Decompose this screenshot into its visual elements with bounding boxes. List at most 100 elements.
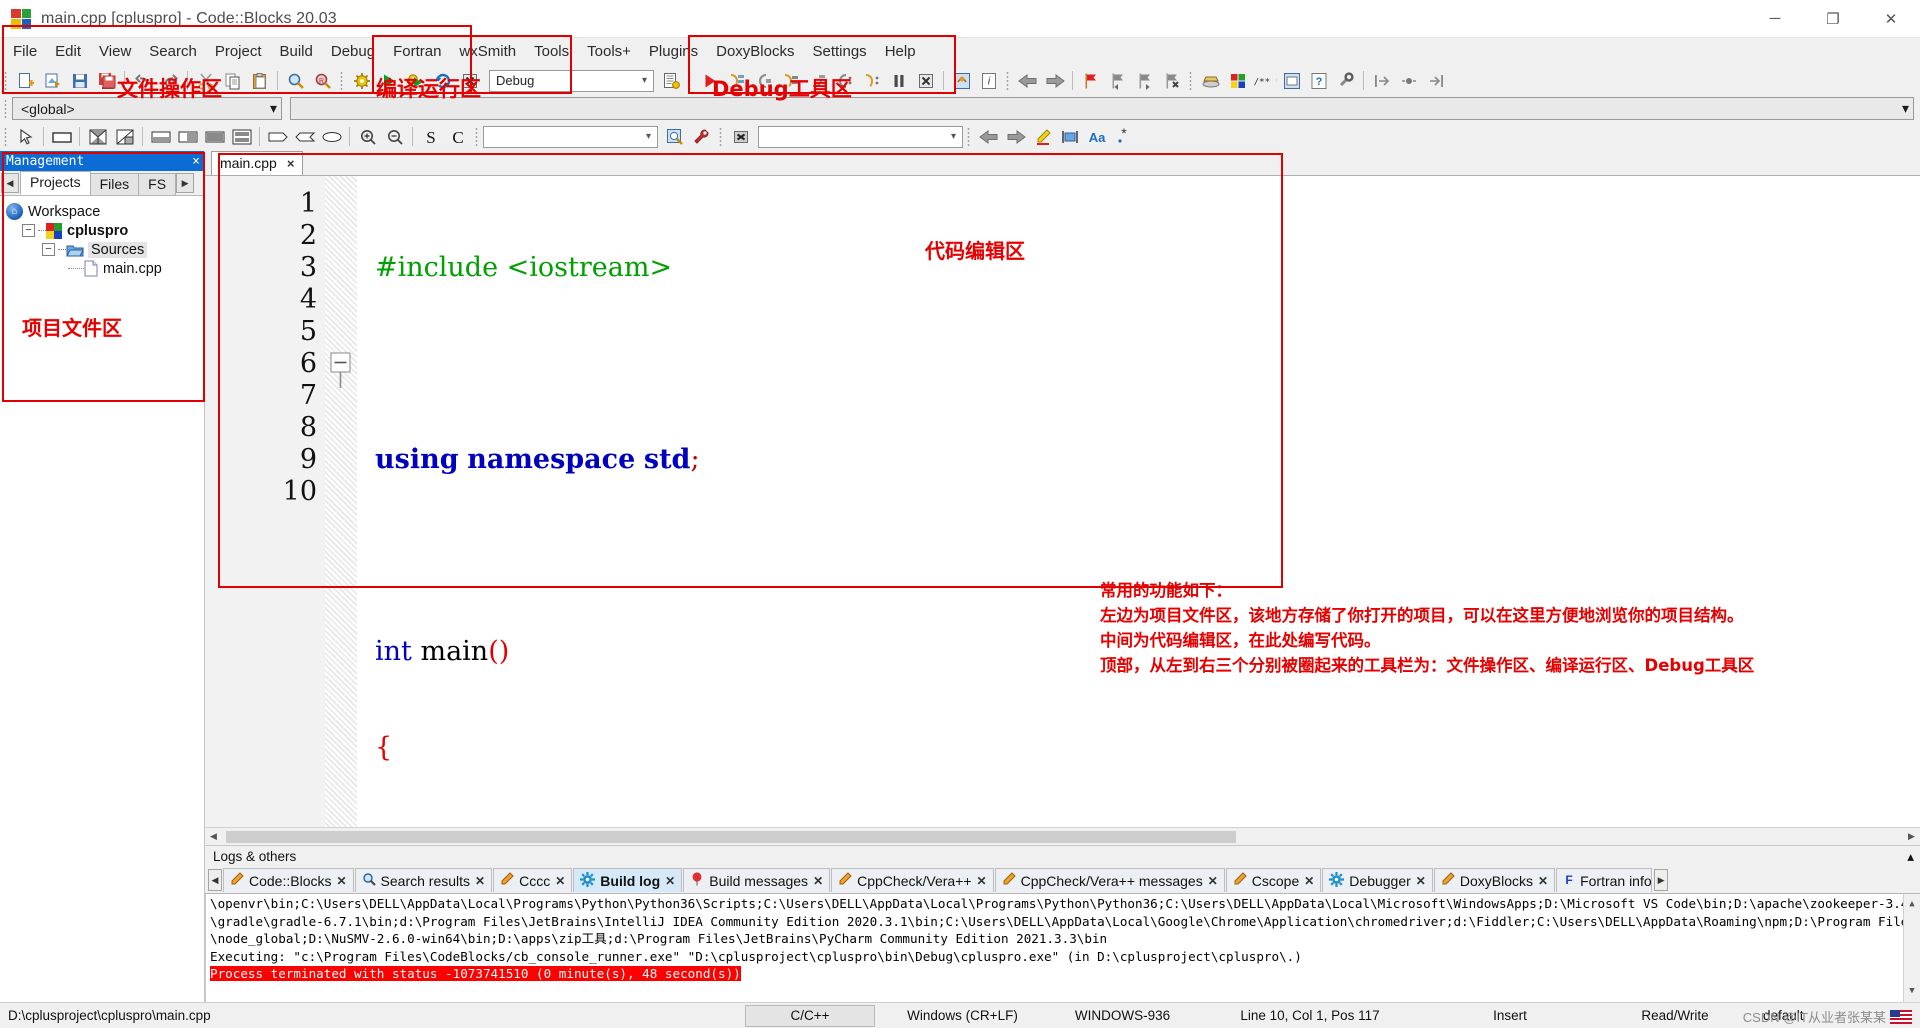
tree-node-main-cpp[interactable]: main.cpp <box>6 259 204 278</box>
tab-fs[interactable]: FS <box>138 173 177 195</box>
shape-hex-button[interactable] <box>292 124 317 149</box>
scroll-left-icon[interactable]: ◀ <box>205 828 222 845</box>
run-to-cursor-button[interactable] <box>724 68 749 93</box>
menu-view[interactable]: View <box>90 40 140 64</box>
menu-doxyblocks[interactable]: DoxyBlocks <box>707 40 803 64</box>
log-tab-build-log[interactable]: Build log ✕ <box>573 868 683 892</box>
log-tab-build-messages[interactable]: Build messages ✕ <box>683 868 831 892</box>
debugging-windows-button[interactable] <box>949 68 974 93</box>
boxsizer-h-button[interactable] <box>148 124 173 149</box>
close-icon[interactable]: ✕ <box>1416 874 1426 888</box>
toolbar-grip[interactable] <box>687 69 694 92</box>
code-editor[interactable]: 1 2 3 4 5 6 7 8 9 10 #include <iostream>… <box>205 176 1920 827</box>
logs-tabs-next-button[interactable]: ▶ <box>1654 869 1669 891</box>
zoom-out-button[interactable] <box>382 124 407 149</box>
copy-button[interactable] <box>220 68 245 93</box>
collapse-toggle-sources[interactable]: − <box>42 243 55 256</box>
gridsizer-tool-button[interactable] <box>112 124 137 149</box>
redo-button[interactable] <box>157 68 182 93</box>
debug-continue-button[interactable] <box>697 68 722 93</box>
step-out-button[interactable] <box>805 68 830 93</box>
close-icon[interactable]: × <box>287 156 295 171</box>
toolbar-grip[interactable] <box>718 125 725 148</box>
next-line-button[interactable] <box>751 68 776 93</box>
close-icon[interactable]: ✕ <box>1304 874 1314 888</box>
save-file-button[interactable] <box>67 68 92 93</box>
menu-wxsmith[interactable]: wxSmith <box>450 40 525 64</box>
log-vertical-scrollbar[interactable]: ▲ ▼ <box>1903 894 1920 1002</box>
close-icon[interactable]: ✕ <box>1208 874 1218 888</box>
tab-files[interactable]: Files <box>89 173 140 195</box>
toolbar-grip[interactable] <box>474 125 481 148</box>
menu-settings[interactable]: Settings <box>803 40 875 64</box>
symbol-search-combo[interactable]: ▾ <box>483 125 658 148</box>
find-button[interactable] <box>283 68 308 93</box>
build-log-output[interactable]: \openvr\bin;C:\Users\DELL\AppData\Local\… <box>205 894 1920 1002</box>
log-tab-cppcheck[interactable]: CppCheck/Vera++ ✕ <box>831 868 994 892</box>
nav-back-button[interactable] <box>976 124 1001 149</box>
various-info-button[interactable]: i <box>976 68 1001 93</box>
symbol-settings-button[interactable] <box>689 124 714 149</box>
doxyblocks-help-button[interactable]: ? <box>1306 68 1331 93</box>
management-tabs-prev-button[interactable]: ◀ <box>1 173 19 193</box>
menu-plugins[interactable]: Plugins <box>640 40 707 64</box>
log-tab-cppcheck-messages[interactable]: CppCheck/Vera++ messages ✕ <box>994 868 1225 892</box>
tab-projects[interactable]: Projects <box>20 171 91 195</box>
management-tabs-next-button[interactable]: ▶ <box>176 173 195 193</box>
class-browser-button[interactable]: C <box>445 124 470 149</box>
toolbar-grip[interactable] <box>339 69 346 92</box>
menu-fortran[interactable]: Fortran <box>384 40 450 64</box>
save-all-button[interactable] <box>94 68 119 93</box>
log-tab-doxyblocks[interactable]: DoxyBlocks ✕ <box>1433 868 1556 892</box>
shape-rect-button[interactable] <box>265 124 290 149</box>
build-target-combo[interactable]: Debug ▾ <box>489 69 654 92</box>
toolbar-grip[interactable] <box>3 97 10 120</box>
log-tab-debugger[interactable]: Debugger ✕ <box>1322 868 1433 892</box>
abort-build-button[interactable] <box>457 68 482 93</box>
replace-button[interactable]: R <box>310 68 335 93</box>
open-file-button[interactable] <box>40 68 65 93</box>
debug-expression-combo[interactable]: ▾ <box>758 125 963 148</box>
scroll-track[interactable] <box>222 828 1903 845</box>
close-icon[interactable]: ✕ <box>977 874 987 888</box>
stop-debugger-button[interactable] <box>913 68 938 93</box>
doxyblocks-comment-button[interactable]: /** *< <box>1252 68 1277 93</box>
toolbar-grip[interactable] <box>3 125 10 148</box>
logs-expand-icon[interactable]: ▴ <box>1907 849 1914 865</box>
scroll-up-icon[interactable]: ▲ <box>1909 894 1914 916</box>
status-language[interactable]: C/C++ <box>745 1004 875 1027</box>
next-instruction-button[interactable] <box>832 68 857 93</box>
menu-help[interactable]: Help <box>876 40 925 64</box>
doxyblocks-run-button[interactable] <box>1198 68 1223 93</box>
tree-node-project[interactable]: − cpluspro <box>6 221 204 240</box>
menu-search[interactable]: Search <box>140 40 206 64</box>
close-icon[interactable]: ✕ <box>336 874 346 888</box>
doxyblocks-config-button[interactable] <box>1279 68 1304 93</box>
clear-bookmarks-button[interactable] <box>1159 68 1184 93</box>
splitter-tool-button[interactable] <box>85 124 110 149</box>
toolbar-grip[interactable] <box>1188 69 1195 92</box>
log-tab-codeblocks[interactable]: Code::Blocks ✕ <box>223 868 354 892</box>
align-center-button[interactable] <box>1396 68 1421 93</box>
logs-tabs-prev-button[interactable]: ◀ <box>208 869 222 891</box>
menu-file[interactable]: File <box>4 40 46 64</box>
step-into-button[interactable] <box>778 68 803 93</box>
zoom-in-button[interactable] <box>355 124 380 149</box>
paste-button[interactable] <box>247 68 272 93</box>
menu-project[interactable]: Project <box>206 40 271 64</box>
doxyblocks-extract-button[interactable] <box>1333 68 1358 93</box>
cut-button[interactable] <box>193 68 218 93</box>
rebuild-button[interactable] <box>430 68 455 93</box>
browse-back-button[interactable] <box>1015 68 1040 93</box>
close-icon[interactable]: ✕ <box>475 874 485 888</box>
toolbar-grip[interactable] <box>1005 69 1012 92</box>
boxsizer-v-button[interactable] <box>175 124 200 149</box>
scroll-down-icon[interactable]: ▼ <box>1909 981 1914 1003</box>
menu-edit[interactable]: Edit <box>46 40 90 64</box>
toolbar-grip[interactable] <box>966 125 973 148</box>
build-target-options-button[interactable] <box>658 68 683 93</box>
management-close-icon[interactable]: × <box>192 154 200 169</box>
log-tab-fortran-info[interactable]: F Fortran info <box>1556 868 1653 892</box>
regex-button[interactable]: * <box>1111 124 1136 149</box>
panel-tool-button[interactable] <box>49 124 74 149</box>
